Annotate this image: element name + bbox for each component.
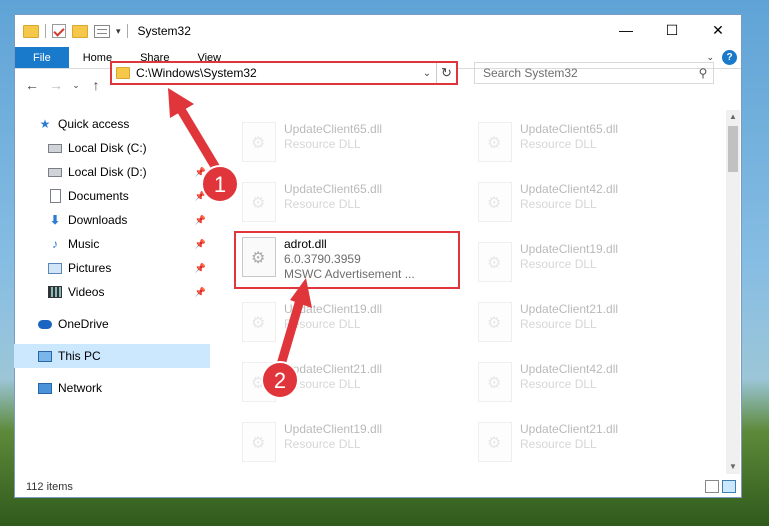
documents-icon	[49, 189, 61, 203]
sidebar-item-local-disk-c[interactable]: Local Disk (C:)	[14, 136, 210, 160]
onedrive-icon	[38, 319, 52, 329]
sidebar-item-documents[interactable]: Documents 📌	[14, 184, 210, 208]
sidebar-item-music[interactable]: ♪ Music 📌	[14, 232, 210, 256]
list-item-adrot[interactable]: adrot.dll 6.0.3790.3959 MSWC Advertiseme…	[236, 233, 464, 287]
pin-icon: 📌	[194, 238, 206, 249]
list-item[interactable]: UpdateClient21.dllResource DLL	[236, 356, 464, 408]
pin-icon: 📌	[194, 166, 206, 177]
dll-file-icon	[242, 122, 276, 162]
highlighted-file: adrot.dll 6.0.3790.3959 MSWC Advertiseme…	[234, 231, 460, 289]
network-icon	[38, 382, 52, 394]
sidebar-item-local-disk-d[interactable]: Local Disk (D:) 📌	[14, 160, 210, 184]
list-item[interactable]: UpdateClient19.dllResource DLL	[472, 236, 700, 288]
sidebar-item-downloads[interactable]: ⬇ Downloads 📌	[14, 208, 210, 232]
sidebar-item-this-pc[interactable]: This PC	[14, 344, 210, 368]
downloads-icon: ⬇	[49, 213, 61, 227]
dll-file-icon	[242, 362, 276, 402]
scroll-up-icon[interactable]: ▲	[726, 110, 740, 124]
dll-file-icon	[478, 302, 512, 342]
dll-file-icon	[478, 122, 512, 162]
status-bar: 112 items	[14, 476, 742, 498]
pin-icon: 📌	[194, 190, 206, 201]
pin-icon: 📌	[194, 214, 206, 225]
vertical-scrollbar[interactable]: ▲ ▼	[726, 110, 740, 474]
this-pc-icon	[38, 350, 52, 362]
sidebar-item-onedrive[interactable]: OneDrive	[14, 312, 210, 336]
sidebar-item-pictures[interactable]: Pictures 📌	[14, 256, 210, 280]
list-item[interactable]: UpdateClient21.dllResource DLL	[472, 296, 700, 348]
dll-file-icon	[242, 422, 276, 462]
dll-file-icon	[478, 242, 512, 282]
file-list: UpdateClient65.dllResource DLL UpdateCli…	[224, 110, 724, 474]
list-item[interactable]: UpdateClient42.dllResource DLL	[472, 356, 700, 408]
list-item[interactable]: UpdateClient42.dllResource DLL	[472, 176, 700, 228]
disk-icon	[48, 143, 62, 153]
videos-icon	[48, 286, 62, 298]
list-item[interactable]: UpdateClient65.dllResource DLL	[236, 176, 464, 228]
list-item[interactable]: UpdateClient19.dllResource DLL	[236, 296, 464, 348]
scroll-thumb[interactable]	[728, 126, 738, 172]
list-item[interactable]: UpdateClient21.dllResource DLL	[472, 416, 700, 468]
sidebar-item-quick-access[interactable]: ★ Quick access	[14, 112, 210, 136]
dll-file-icon	[242, 182, 276, 222]
list-item[interactable]: UpdateClient19.dllResource DLL	[236, 416, 464, 468]
dll-file-icon	[478, 182, 512, 222]
sidebar-item-network[interactable]: Network	[14, 376, 210, 400]
navigation-pane: ★ Quick access Local Disk (C:) Local Dis…	[14, 110, 210, 474]
music-icon: ♪	[52, 237, 58, 251]
pictures-icon	[48, 262, 62, 274]
details-view-icon[interactable]	[705, 480, 719, 493]
sidebar-item-videos[interactable]: Videos 📌	[14, 280, 210, 304]
star-icon: ★	[39, 117, 51, 131]
dll-file-icon	[242, 237, 276, 277]
list-item[interactable]: UpdateClient65.dllResource DLL	[472, 116, 700, 168]
dll-file-icon	[242, 302, 276, 342]
list-item[interactable]: UpdateClient65.dllResource DLL	[236, 116, 464, 168]
tiles-view-icon[interactable]	[722, 480, 736, 493]
disk-icon	[48, 167, 62, 177]
pin-icon: 📌	[194, 262, 206, 273]
pin-icon: 📌	[194, 286, 206, 297]
dll-file-icon	[478, 422, 512, 462]
scroll-down-icon[interactable]: ▼	[726, 460, 740, 474]
item-count: 112 items	[26, 481, 73, 493]
dll-file-icon	[478, 362, 512, 402]
